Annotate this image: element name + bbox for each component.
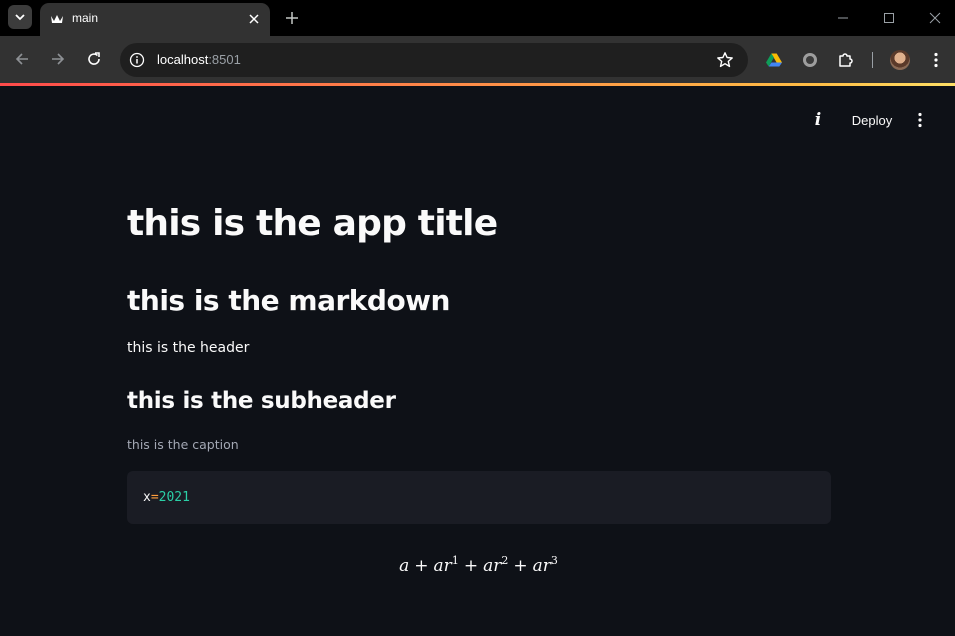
more-vertical-icon [934, 52, 938, 68]
latex-exponent: 1 [451, 554, 459, 567]
url-host: localhost [157, 52, 209, 67]
streamlit-crown-icon [51, 15, 63, 23]
code-variable: x [143, 490, 151, 505]
tab-search-button[interactable] [8, 5, 32, 29]
latex-operator: + [513, 556, 528, 576]
circle-extension[interactable] [800, 50, 820, 70]
code-block: x=2021 [127, 471, 831, 524]
address-bar[interactable]: localhost:8501 [120, 43, 748, 77]
tab-title: main [72, 11, 99, 25]
info-icon: i [814, 110, 822, 130]
star-icon[interactable] [716, 51, 734, 69]
close-icon [249, 14, 259, 24]
markdown-heading: this is the markdown [127, 284, 450, 317]
header-text: this is the header [127, 340, 250, 356]
latex-operator: + [463, 556, 479, 576]
reload-button[interactable] [83, 48, 105, 70]
app-title: this is the app title [127, 203, 498, 244]
toolbar-divider [872, 52, 873, 68]
maximize-icon [884, 13, 894, 23]
more-vertical-icon [918, 112, 922, 128]
url-text[interactable]: localhost:8501 [157, 52, 241, 67]
circle-extension-icon [803, 53, 817, 67]
streamlit-app: i Deploy this is the app title this is t… [0, 86, 955, 636]
reload-icon [88, 52, 100, 65]
subheader: this is the subheader [127, 388, 396, 414]
latex-term: ar [433, 556, 452, 576]
back-button[interactable] [11, 48, 33, 70]
caption: this is the caption [127, 437, 239, 452]
main-menu-button[interactable] [910, 108, 930, 132]
google-drive-icon [766, 53, 782, 67]
forward-button[interactable] [47, 48, 69, 70]
browser-tab[interactable]: main [40, 3, 270, 36]
latex-operator: + [414, 556, 429, 576]
latex-formula: a + ar1 + ar2 + ar3 [0, 554, 955, 576]
puzzle-icon [839, 53, 853, 67]
latex-term: ar [532, 556, 551, 576]
latex-exponent: 3 [550, 554, 558, 567]
site-info-icon[interactable] [129, 52, 145, 68]
maximize-button[interactable] [879, 8, 899, 28]
latex-term: ar [483, 556, 502, 576]
browser-tab-bar: main [0, 0, 955, 36]
arrow-right-icon [52, 53, 65, 65]
minimize-icon [838, 17, 848, 19]
browser-toolbar: localhost:8501 [0, 36, 955, 83]
extensions-button[interactable] [836, 50, 856, 70]
chevron-down-icon [15, 14, 25, 21]
tab-close-button[interactable] [246, 11, 262, 27]
latex-term: a [399, 556, 410, 576]
new-tab-button[interactable] [282, 8, 302, 28]
window-close-button[interactable] [925, 8, 945, 28]
url-port: :8501 [208, 52, 241, 67]
info-button[interactable]: i [808, 108, 828, 132]
browser-menu-button[interactable] [926, 50, 946, 70]
google-drive-extension[interactable] [764, 50, 784, 70]
deploy-button[interactable]: Deploy [846, 108, 898, 132]
code-operator: = [150, 490, 159, 505]
arrow-left-icon [15, 53, 28, 65]
plus-icon [286, 12, 298, 24]
close-icon [929, 12, 941, 24]
profile-avatar[interactable] [890, 50, 910, 70]
code-line: x=2021 [143, 490, 190, 505]
minimize-button[interactable] [833, 8, 853, 28]
code-number: 2021 [158, 490, 190, 505]
